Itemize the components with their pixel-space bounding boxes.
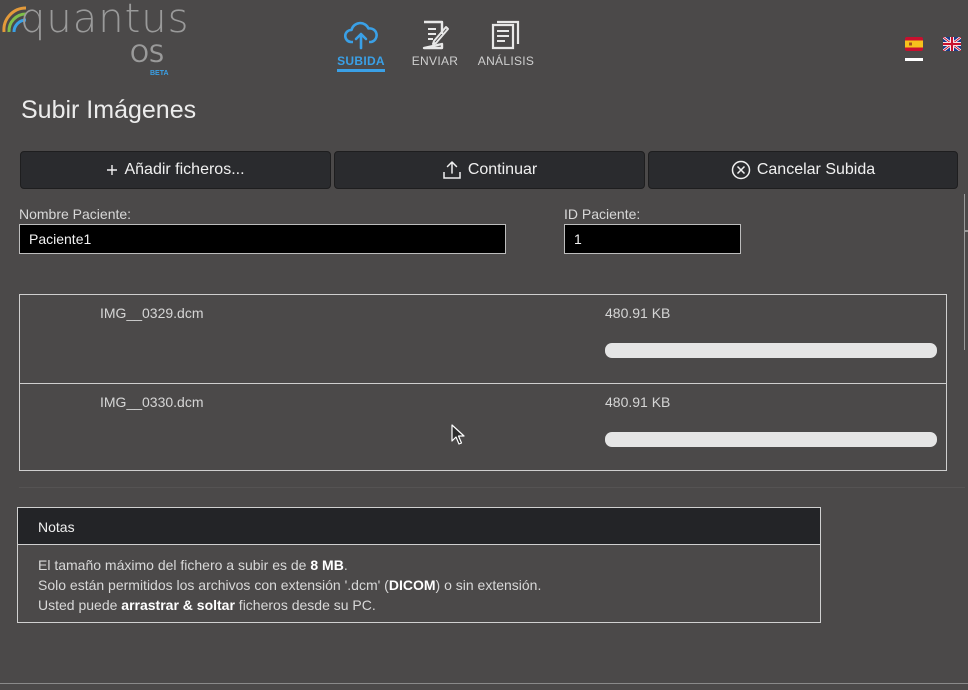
uk-flag-icon[interactable] bbox=[943, 37, 961, 51]
plus-icon bbox=[106, 164, 118, 176]
notes-panel: Notas El tamaño máximo del fichero a sub… bbox=[17, 507, 821, 623]
divider bbox=[19, 487, 965, 488]
file-list: IMG__0329.dcm 480.91 KB IMG__0330.dcm 48… bbox=[19, 294, 947, 471]
logo-wordmark: quantus bbox=[20, 0, 190, 42]
nav-label-subida: SUBIDA bbox=[337, 54, 385, 72]
list-item: IMG__0329.dcm 480.91 KB bbox=[20, 295, 946, 383]
nav-item-analisis[interactable]: ANÁLISIS bbox=[470, 18, 542, 72]
file-name: IMG__0330.dcm bbox=[100, 394, 204, 410]
patient-name-label: Nombre Paciente: bbox=[19, 206, 132, 222]
note-max-size: El tamaño máximo del fichero a subir es … bbox=[38, 557, 348, 573]
spain-flag-icon[interactable] bbox=[905, 37, 923, 51]
notes-title: Notas bbox=[18, 508, 820, 545]
patient-id-label: ID Paciente: bbox=[564, 206, 641, 222]
nav-item-subida[interactable]: SUBIDA bbox=[330, 18, 392, 72]
footer-divider bbox=[0, 683, 968, 684]
add-files-label: Añadir ficheros... bbox=[124, 161, 245, 178]
notes-body: El tamaño máximo del fichero a subir es … bbox=[18, 545, 820, 625]
main-nav: SUBIDA ENVIAR ANÁLISIS bbox=[330, 18, 542, 72]
page-title: Subir Imágenes bbox=[21, 96, 197, 124]
mouse-pointer-icon bbox=[451, 424, 465, 445]
continue-label: Continuar bbox=[467, 161, 538, 178]
file-size: 480.91 KB bbox=[605, 305, 671, 321]
nav-label-analisis: ANÁLISIS bbox=[477, 54, 535, 68]
patient-name-input[interactable] bbox=[19, 224, 506, 254]
circle-x-icon bbox=[731, 160, 751, 180]
send-document-icon bbox=[420, 18, 450, 52]
upload-icon bbox=[442, 160, 462, 180]
side-scroll-edge bbox=[964, 194, 968, 350]
nav-item-enviar[interactable]: ENVIAR bbox=[400, 18, 470, 72]
cancel-upload-button[interactable]: Cancelar Subida bbox=[648, 151, 958, 189]
cloud-upload-icon bbox=[344, 18, 378, 52]
logo-beta-badge: BETA bbox=[150, 70, 169, 77]
upload-progress-bar bbox=[605, 432, 937, 447]
logo-os-text: OS bbox=[130, 40, 165, 68]
note-allowed-extensions: Solo están permitidos los archivos con e… bbox=[38, 577, 542, 593]
file-size: 480.91 KB bbox=[605, 394, 671, 410]
add-files-button[interactable]: Añadir ficheros... bbox=[20, 151, 331, 189]
note-drag-drop: Usted puede arrastrar & soltar ficheros … bbox=[38, 597, 376, 613]
list-item: IMG__0330.dcm 480.91 KB bbox=[20, 383, 946, 470]
upload-progress-bar bbox=[605, 343, 937, 358]
nav-label-enviar: ENVIAR bbox=[411, 54, 459, 68]
continue-button[interactable]: Continuar bbox=[334, 151, 645, 189]
file-name: IMG__0329.dcm bbox=[100, 305, 204, 321]
quantus-os-logo: quantus OS BETA bbox=[0, 0, 188, 82]
selected-language-indicator bbox=[905, 58, 923, 61]
cancel-upload-label: Cancelar Subida bbox=[756, 161, 876, 178]
patient-id-input[interactable] bbox=[564, 224, 741, 254]
analysis-document-icon bbox=[490, 18, 522, 52]
